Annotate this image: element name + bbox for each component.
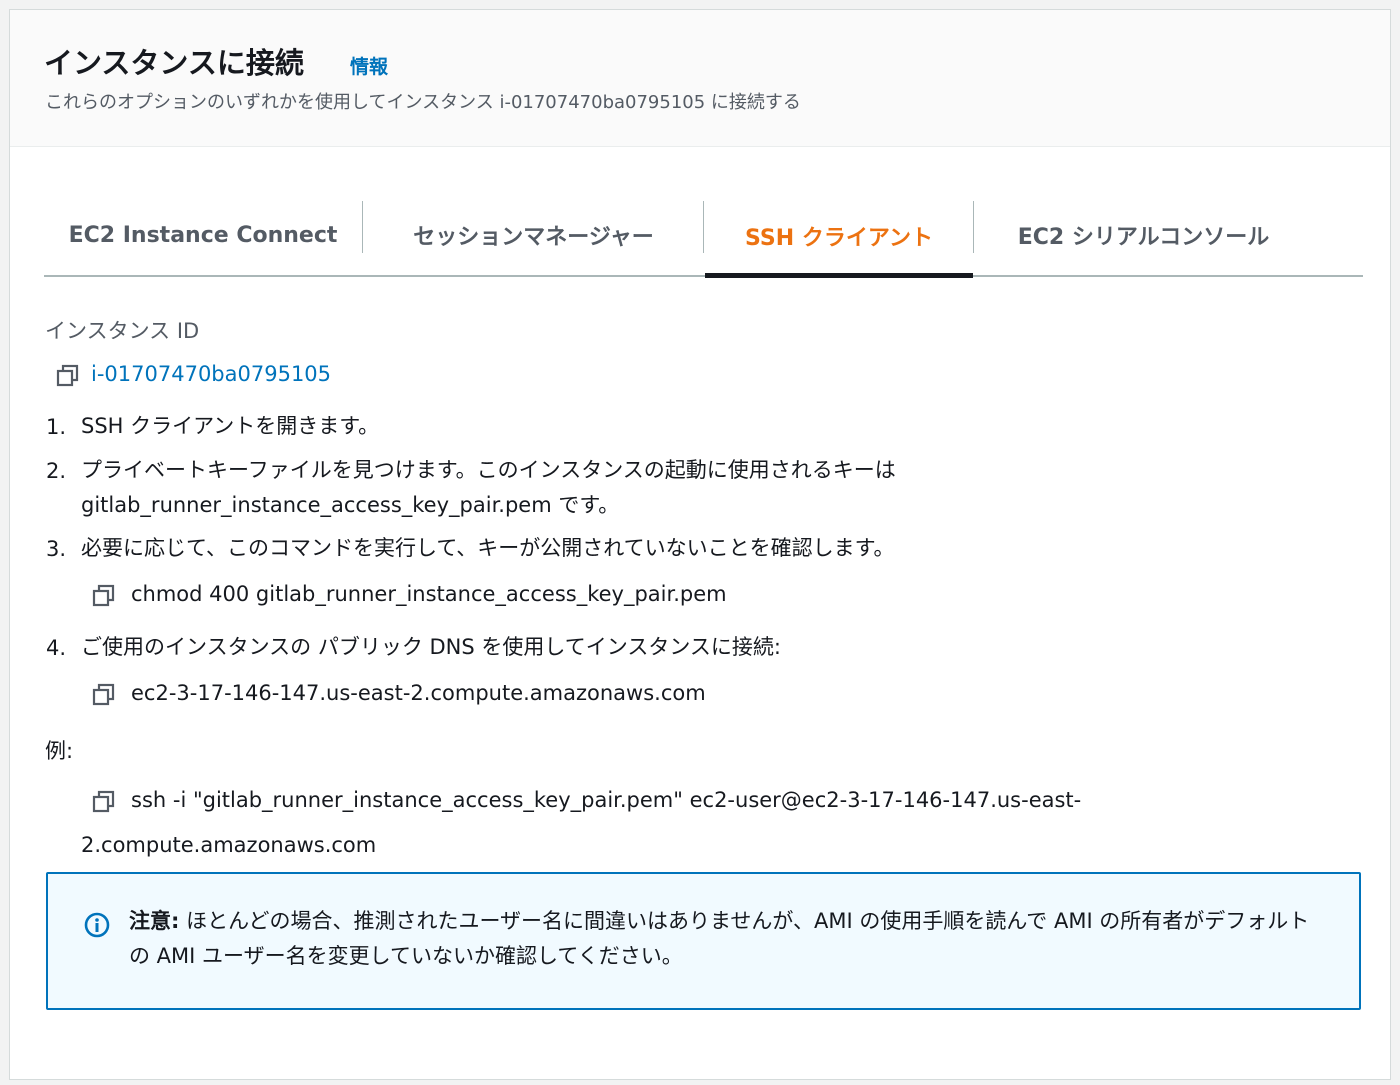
step-number: 2. bbox=[46, 459, 67, 483]
copy-icon[interactable] bbox=[92, 683, 116, 707]
connect-panel: インスタンスに接続 情報 これらのオプションのいずれかを使用してインスタンス i… bbox=[9, 9, 1391, 1080]
tab-ec2-instance-connect[interactable]: EC2 Instance Connect bbox=[44, 195, 362, 275]
tab-session-manager[interactable]: セッションマネージャー bbox=[363, 195, 704, 275]
step-2-text-line1: プライベートキーファイルを見つけます。このインスタンスの起動に使用されるキーは bbox=[81, 458, 896, 482]
tab-ec2-serial-console[interactable]: EC2 シリアルコンソール bbox=[974, 195, 1313, 275]
ssh-command-line2: 2.compute.amazonaws.com bbox=[81, 833, 377, 857]
step-4-text: ご使用のインスタンスの パブリック DNS を使用してインスタンスに接続: bbox=[81, 635, 781, 659]
step-1-text: SSH クライアントを開きます。 bbox=[81, 414, 380, 438]
copy-icon[interactable] bbox=[92, 790, 116, 814]
alert-strong-label: 注意: bbox=[129, 909, 180, 933]
alert-body: ほとんどの場合、推測されたユーザー名に間違いはありませんが、AMI の使用手順を… bbox=[129, 909, 1310, 968]
chmod-command: chmod 400 gitlab_runner_instance_access_… bbox=[131, 582, 727, 606]
tab-divider bbox=[703, 201, 704, 253]
step-2-text-line2: gitlab_runner_instance_access_key_pair.p… bbox=[81, 493, 620, 517]
instance-id-label: インスタンス ID bbox=[45, 319, 200, 343]
copy-icon[interactable] bbox=[56, 364, 80, 388]
public-dns: ec2-3-17-146-147.us-east-2.compute.amazo… bbox=[131, 681, 706, 705]
alert-message: 注意: ほとんどの場合、推測されたユーザー名に間違いはありませんが、AMI の使… bbox=[129, 904, 1329, 974]
instance-id-link[interactable]: i-01707470ba0795105 bbox=[91, 362, 331, 386]
step-number: 1. bbox=[46, 415, 67, 439]
example-label: 例: bbox=[45, 739, 74, 763]
connection-method-tabs: EC2 Instance Connect セッションマネージャー SSH クライ… bbox=[44, 195, 1363, 278]
step-number: 3. bbox=[46, 537, 67, 561]
copy-icon[interactable] bbox=[92, 584, 116, 608]
step-number: 4. bbox=[46, 636, 67, 660]
page-subtitle: これらのオプションのいずれかを使用してインスタンス i-01707470ba07… bbox=[45, 92, 801, 113]
info-link[interactable]: 情報 bbox=[350, 52, 388, 79]
info-alert: 注意: ほとんどの場合、推測されたユーザー名に間違いはありませんが、AMI の使… bbox=[46, 872, 1361, 1010]
ssh-command-line1: ssh -i "gitlab_runner_instance_access_ke… bbox=[131, 788, 1082, 812]
step-3-text: 必要に応じて、このコマンドを実行して、キーが公開されていないことを確認します。 bbox=[81, 536, 895, 560]
info-icon bbox=[84, 912, 110, 938]
page-title: インスタンスに接続 bbox=[44, 46, 304, 80]
tab-ssh-client[interactable]: SSH クライアント bbox=[705, 195, 973, 278]
panel-header: インスタンスに接続 情報 これらのオプションのいずれかを使用してインスタンス i… bbox=[10, 10, 1390, 147]
